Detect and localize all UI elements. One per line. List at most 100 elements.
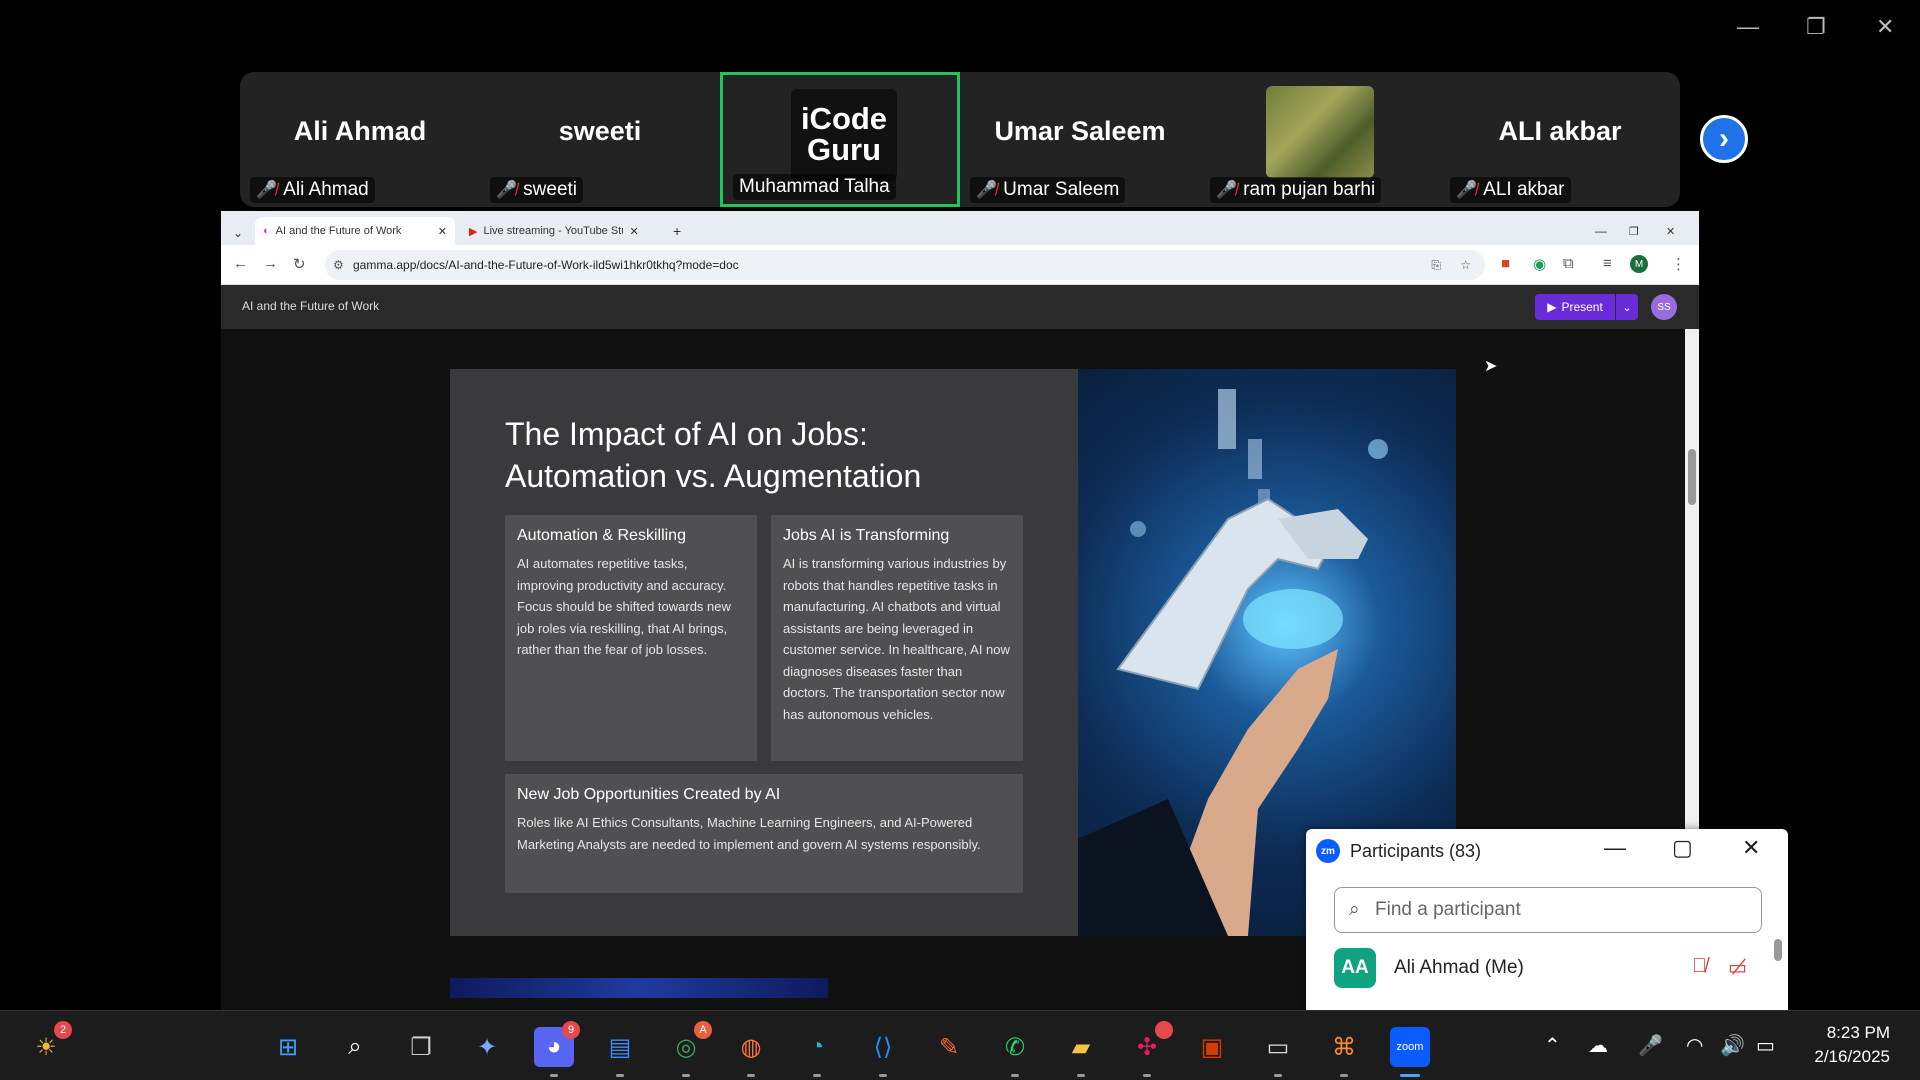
participant-display-name: Umar Saleem [994,116,1166,146]
tab-title: Live streaming - YouTube Studi [483,225,624,237]
tab-list-dropdown-icon[interactable]: ⌄ [225,219,251,247]
clock-date: 2/16/2025 [1814,1047,1890,1066]
doc-title: AI and the Future of Work [242,299,380,313]
participant-tile[interactable]: ALI akbar 🎤̸ ALI akbar [1440,72,1680,207]
back-icon[interactable]: ← [233,255,248,272]
panel-minimize-icon[interactable]: — [1604,835,1626,861]
start-icon[interactable]: ⊞ [268,1027,308,1067]
menu-kebab-icon[interactable]: ⋮ [1671,255,1686,273]
browser-close-icon[interactable]: ✕ [1658,217,1683,245]
tab-close-icon[interactable]: ✕ [438,225,447,238]
scrollbar-thumb[interactable] [1688,449,1696,505]
task-view-icon[interactable]: ❐ [401,1027,441,1067]
icodeguru-logo: iCode Guru [791,89,897,181]
participant-tile-active-speaker[interactable]: iCode Guru Muhammad Talha [720,72,960,207]
participant-name-label: 🎤̸ Umar Saleem [970,177,1126,203]
participant-display-name: Ali Ahmad [293,116,427,146]
bookmark-star-icon[interactable]: ☆ [1460,258,1471,272]
browser-restore-icon[interactable]: ❐ [1621,217,1647,245]
weather-widget-icon[interactable]: ☀ 2 [26,1021,72,1067]
minimize-icon[interactable]: — [1737,14,1759,40]
pen-app-icon[interactable]: ✎ [929,1027,969,1067]
participant-tile[interactable]: sweeti 🎤̸ sweeti [480,72,720,207]
box-heading: New Job Opportunities Created by AI [517,786,781,803]
zoom-meeting-window: — ❐ ✕ Ali Ahmad 🎤̸ Ali Ahmad sweeti 🎤̸ swe… [0,0,1920,1010]
youtube-favicon-icon: ▶ [469,225,478,238]
firefox-icon[interactable]: ◍ [731,1027,771,1077]
extension-icon[interactable]: ◉ [1533,255,1546,273]
extension-icon[interactable]: ■ [1501,255,1510,272]
chevron-right-icon: › [1719,122,1729,155]
whatsapp-icon[interactable]: ✆ [995,1027,1035,1077]
running-indicator [550,1074,558,1077]
onedrive-icon[interactable]: ☁ [1588,1033,1608,1058]
chevron-up-icon[interactable]: ⌃ [1544,1033,1561,1058]
participant-display-name: ALI akbar [1498,116,1622,146]
tab-youtube-studio[interactable]: ▶ Live streaming - YouTube Studi ✕ [461,217,651,245]
participant-row[interactable]: AA Ali Ahmad (Me) 🎙̸ ▭̸ [1334,945,1758,989]
running-indicator [616,1074,624,1077]
box-body: Roles like AI Ethics Consultants, Machin… [517,815,981,852]
new-tab-button[interactable]: + [665,217,689,245]
mic-muted-icon: 🎙̸ [1692,955,1707,977]
restore-icon[interactable]: ❐ [1806,14,1826,40]
edge-icon[interactable]: ◔ [797,1027,837,1077]
participant-name-label: 🎤̸ ram pujan barhi [1210,177,1382,203]
wifi-icon[interactable]: ◠ [1686,1033,1703,1058]
mic-muted-icon: 🎤̸ [976,180,998,199]
mic-icon[interactable]: 🎤 [1638,1033,1663,1058]
profile-badge: A [694,1021,712,1039]
panel-maximize-icon[interactable]: ▢ [1672,835,1693,861]
panel-scrollbar[interactable] [1774,939,1782,961]
system-clock[interactable]: 8:23 PM 2/16/2025 [1790,1021,1890,1069]
next-page-button[interactable]: › [1700,115,1748,163]
find-participant-input[interactable]: ⌕ Find a participant [1334,887,1762,933]
browser-minimize-icon[interactable]: — [1587,217,1615,245]
box-heading: Jobs AI is Transforming [783,527,950,544]
tab-close-icon[interactable]: ✕ [629,225,638,238]
terminal-icon[interactable]: ▭ [1258,1027,1298,1077]
site-info-icon[interactable]: ⚙ [333,258,344,272]
profile-avatar[interactable]: M [1630,255,1648,273]
notepad-icon[interactable]: ▤ [600,1027,640,1077]
running-indicator [1274,1074,1282,1077]
url-field[interactable]: ⚙ gamma.app/docs/AI-and-the-Future-of-Wo… [325,250,1485,280]
copilot-icon[interactable]: ✦ [467,1027,507,1067]
box-body: AI automates repetitive tasks, improving… [517,556,731,657]
panel-close-icon[interactable]: ✕ [1742,835,1760,861]
address-bar-row: ← → ↻ ⚙ gamma.app/docs/AI-and-the-Future… [221,245,1699,285]
volume-icon[interactable]: 🔊 [1720,1033,1745,1058]
file-explorer-icon[interactable]: ▰ [1061,1027,1101,1077]
user-avatar[interactable]: SS [1651,294,1677,320]
reload-icon[interactable]: ↻ [293,255,306,273]
participant-tile[interactable]: 🎤̸ ram pujan barhi [1200,72,1440,207]
tab-gamma[interactable]: ◐ AI and the Future of Work ✕ [255,217,455,245]
postman-icon[interactable]: ⌘ [1324,1027,1364,1077]
office-app-icon[interactable]: ▣ [1192,1027,1232,1067]
participant-tile[interactable]: Umar Saleem 🎤̸ Umar Saleem [960,72,1200,207]
slack-icon[interactable]: ✣ [1127,1021,1173,1077]
box-heading: Automation & Reskilling [517,527,686,544]
zoom-logo: zm [1316,839,1340,863]
participant-name-label: 🎤̸ Ali Ahmad [250,177,375,203]
present-dropdown[interactable]: ⌄ [1616,294,1638,320]
search-icon[interactable]: ⌕ [335,1027,375,1067]
chrome-icon[interactable]: ◎ A [666,1021,712,1077]
discord-icon[interactable]: ◕ 9 [534,1021,580,1077]
mic-muted-icon: 🎤̸ [256,180,278,199]
extensions-puzzle-icon[interactable]: ⧉ [1563,255,1574,272]
forward-icon[interactable]: → [263,255,278,272]
participant-tile[interactable]: Ali Ahmad 🎤̸ Ali Ahmad [240,72,480,207]
zoom-icon[interactable]: zoom [1390,1027,1430,1077]
battery-icon[interactable]: ▭ [1756,1033,1775,1058]
mouse-cursor-icon: ➤ [1484,358,1498,375]
media-control-icon[interactable]: ≡ [1603,255,1612,272]
close-icon[interactable]: ✕ [1876,14,1894,40]
windows-taskbar: ☀ 2 ⊞ ⌕ ❐ ✦ ◕ 9 ▤ ◎ A ◍ ◔ ⟨⟩ ✎ ✆ ▰ ✣ ▣ ▭ ⌘ … [0,1010,1920,1080]
running-indicator [1011,1074,1019,1077]
present-button[interactable]: ▶ Present [1535,294,1615,320]
install-app-icon[interactable]: ⎘ [1431,258,1441,273]
box-body: AI is transforming various industries by… [783,556,1010,722]
video-off-icon: ▭̸ [1728,957,1747,979]
vscode-icon[interactable]: ⟨⟩ [863,1027,903,1077]
